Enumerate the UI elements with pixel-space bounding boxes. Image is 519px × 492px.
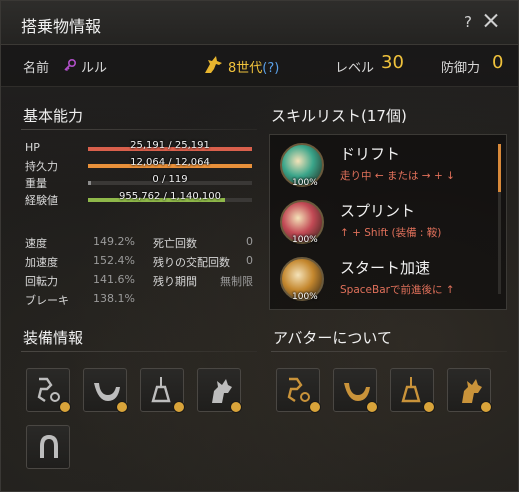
skill-command: 走り中 ← または → + ↓	[340, 170, 455, 182]
movement-stat-value: 152.4%	[93, 254, 135, 267]
slot-indicator-icon	[116, 401, 128, 413]
slot-indicator-icon	[366, 401, 378, 413]
stat-bar-label: 重量	[25, 177, 47, 190]
equipment-slot[interactable]	[26, 368, 71, 413]
skill-list-title: スキルリスト(17個)	[271, 107, 407, 125]
avatar-slot[interactable]	[390, 368, 435, 413]
movement-stat-label: 速度	[25, 237, 47, 250]
skill-list-item[interactable]: 100% スタート加速 SpaceBarで前進後に ↑	[276, 255, 496, 309]
basic-stats-title: 基本能力	[23, 107, 84, 125]
stat-bar-label: 経験値	[25, 194, 58, 207]
key-icon	[64, 58, 77, 72]
skill-mastery-percent: 100%	[292, 178, 318, 188]
stat-bar-value: 0 / 119	[152, 174, 188, 185]
stat-bar-row: 持久力 12,064 / 12,064	[25, 157, 255, 174]
movement-stat-value: 138.1%	[93, 292, 135, 305]
slot-indicator-icon	[59, 401, 71, 413]
mount-summary-row: 名前 ルル 8世代(?) レベル 30 防御力 0	[1, 45, 518, 87]
mount-name: ルル	[81, 61, 108, 76]
avatar-slot[interactable]	[333, 368, 378, 413]
name-label: 名前	[23, 61, 50, 76]
breeding-stat-value: 無制限	[220, 275, 253, 288]
horse-generation-icon	[205, 56, 222, 73]
breeding-stat-label: 死亡回数	[153, 237, 197, 250]
stat-bar-label: 持久力	[25, 160, 58, 173]
skill-name: スプリント	[340, 202, 416, 220]
mount-info-window: 搭乗物情報 ? 名前 ルル 8世代(?) レベル 30 防御力 0 基本能力 H…	[0, 0, 519, 492]
stat-bar-row: 重量 0 / 119	[25, 174, 255, 191]
skill-command: SpaceBarで前進後に ↑	[340, 284, 455, 296]
title-bar[interactable]: 搭乗物情報 ?	[1, 1, 518, 45]
movement-stat-label: 加速度	[25, 256, 58, 269]
movement-stat-value: 149.2%	[93, 235, 135, 248]
slot-indicator-icon	[309, 401, 321, 413]
equipment-title: 装備情報	[23, 329, 84, 347]
skill-list-item[interactable]: 100% スプリント ↑ + Shift (装備 : 鞍)	[276, 198, 496, 252]
avatar-slot[interactable]	[447, 368, 492, 413]
stat-bar-row: 経験値 955,762 / 1,140,100	[25, 191, 255, 208]
movement-stat-label: ブレーキ	[25, 294, 69, 307]
avatar-divider	[271, 351, 507, 352]
slot-indicator-icon	[230, 401, 242, 413]
equipment-divider	[21, 351, 257, 352]
skill-list-item[interactable]: 100% ドリフト走り中 ← または → + ↓	[276, 141, 496, 195]
skill-mastery-percent: 100%	[292, 292, 318, 302]
equipment-slot[interactable]	[26, 425, 70, 469]
window-title: 搭乗物情報	[21, 17, 102, 36]
skill-name: スタート加速	[340, 259, 431, 277]
stat-bar-value: 955,762 / 1,140,100	[119, 191, 221, 202]
generation-help-link[interactable]: (?)	[262, 61, 279, 76]
stat-bar-row: HP 25,191 / 25,191	[25, 140, 255, 157]
slot-indicator-icon	[173, 401, 185, 413]
scrollbar-thumb[interactable]	[498, 144, 501, 192]
skill-name: ドリフト	[340, 145, 401, 163]
slot-indicator-icon	[480, 401, 492, 413]
stat-bar-value: 25,191 / 25,191	[130, 140, 210, 151]
breeding-stat-value: 0	[246, 235, 253, 248]
equipment-slot[interactable]	[83, 368, 128, 413]
movement-stat-label: 回転力	[25, 275, 58, 288]
defense-value: 0	[492, 52, 504, 73]
breeding-stat-label: 残り期間	[153, 275, 197, 288]
equipment-slot[interactable]	[197, 368, 242, 413]
skill-list[interactable]: 100% ドリフト走り中 ← または → + ↓ 100% スプリント ↑ + Shif…	[269, 134, 507, 310]
stat-bar-label: HP	[25, 141, 40, 154]
movement-stat-value: 141.6%	[93, 273, 135, 286]
close-button[interactable]	[482, 11, 500, 29]
basic-stats-divider	[21, 129, 257, 130]
level-value: 30	[381, 52, 404, 73]
help-button[interactable]: ?	[464, 13, 472, 31]
equipment-slot[interactable]	[140, 368, 185, 413]
defense-label: 防御力	[441, 61, 481, 76]
stat-bar-value: 12,064 / 12,064	[130, 157, 210, 168]
generation-value: 8世代(?)	[228, 61, 280, 76]
avatar-title: アバターについて	[273, 329, 392, 347]
skill-mastery-percent: 100%	[292, 235, 318, 245]
skill-list-scrollbar[interactable]	[498, 144, 501, 294]
breeding-stat-value: 0	[246, 254, 253, 267]
horseshoe-icon	[40, 434, 58, 458]
skill-command: ↑ + Shift (装備 : 鞍)	[340, 227, 442, 239]
avatar-slot[interactable]	[276, 368, 321, 413]
level-label: レベル	[335, 61, 375, 76]
slot-indicator-icon	[423, 401, 435, 413]
